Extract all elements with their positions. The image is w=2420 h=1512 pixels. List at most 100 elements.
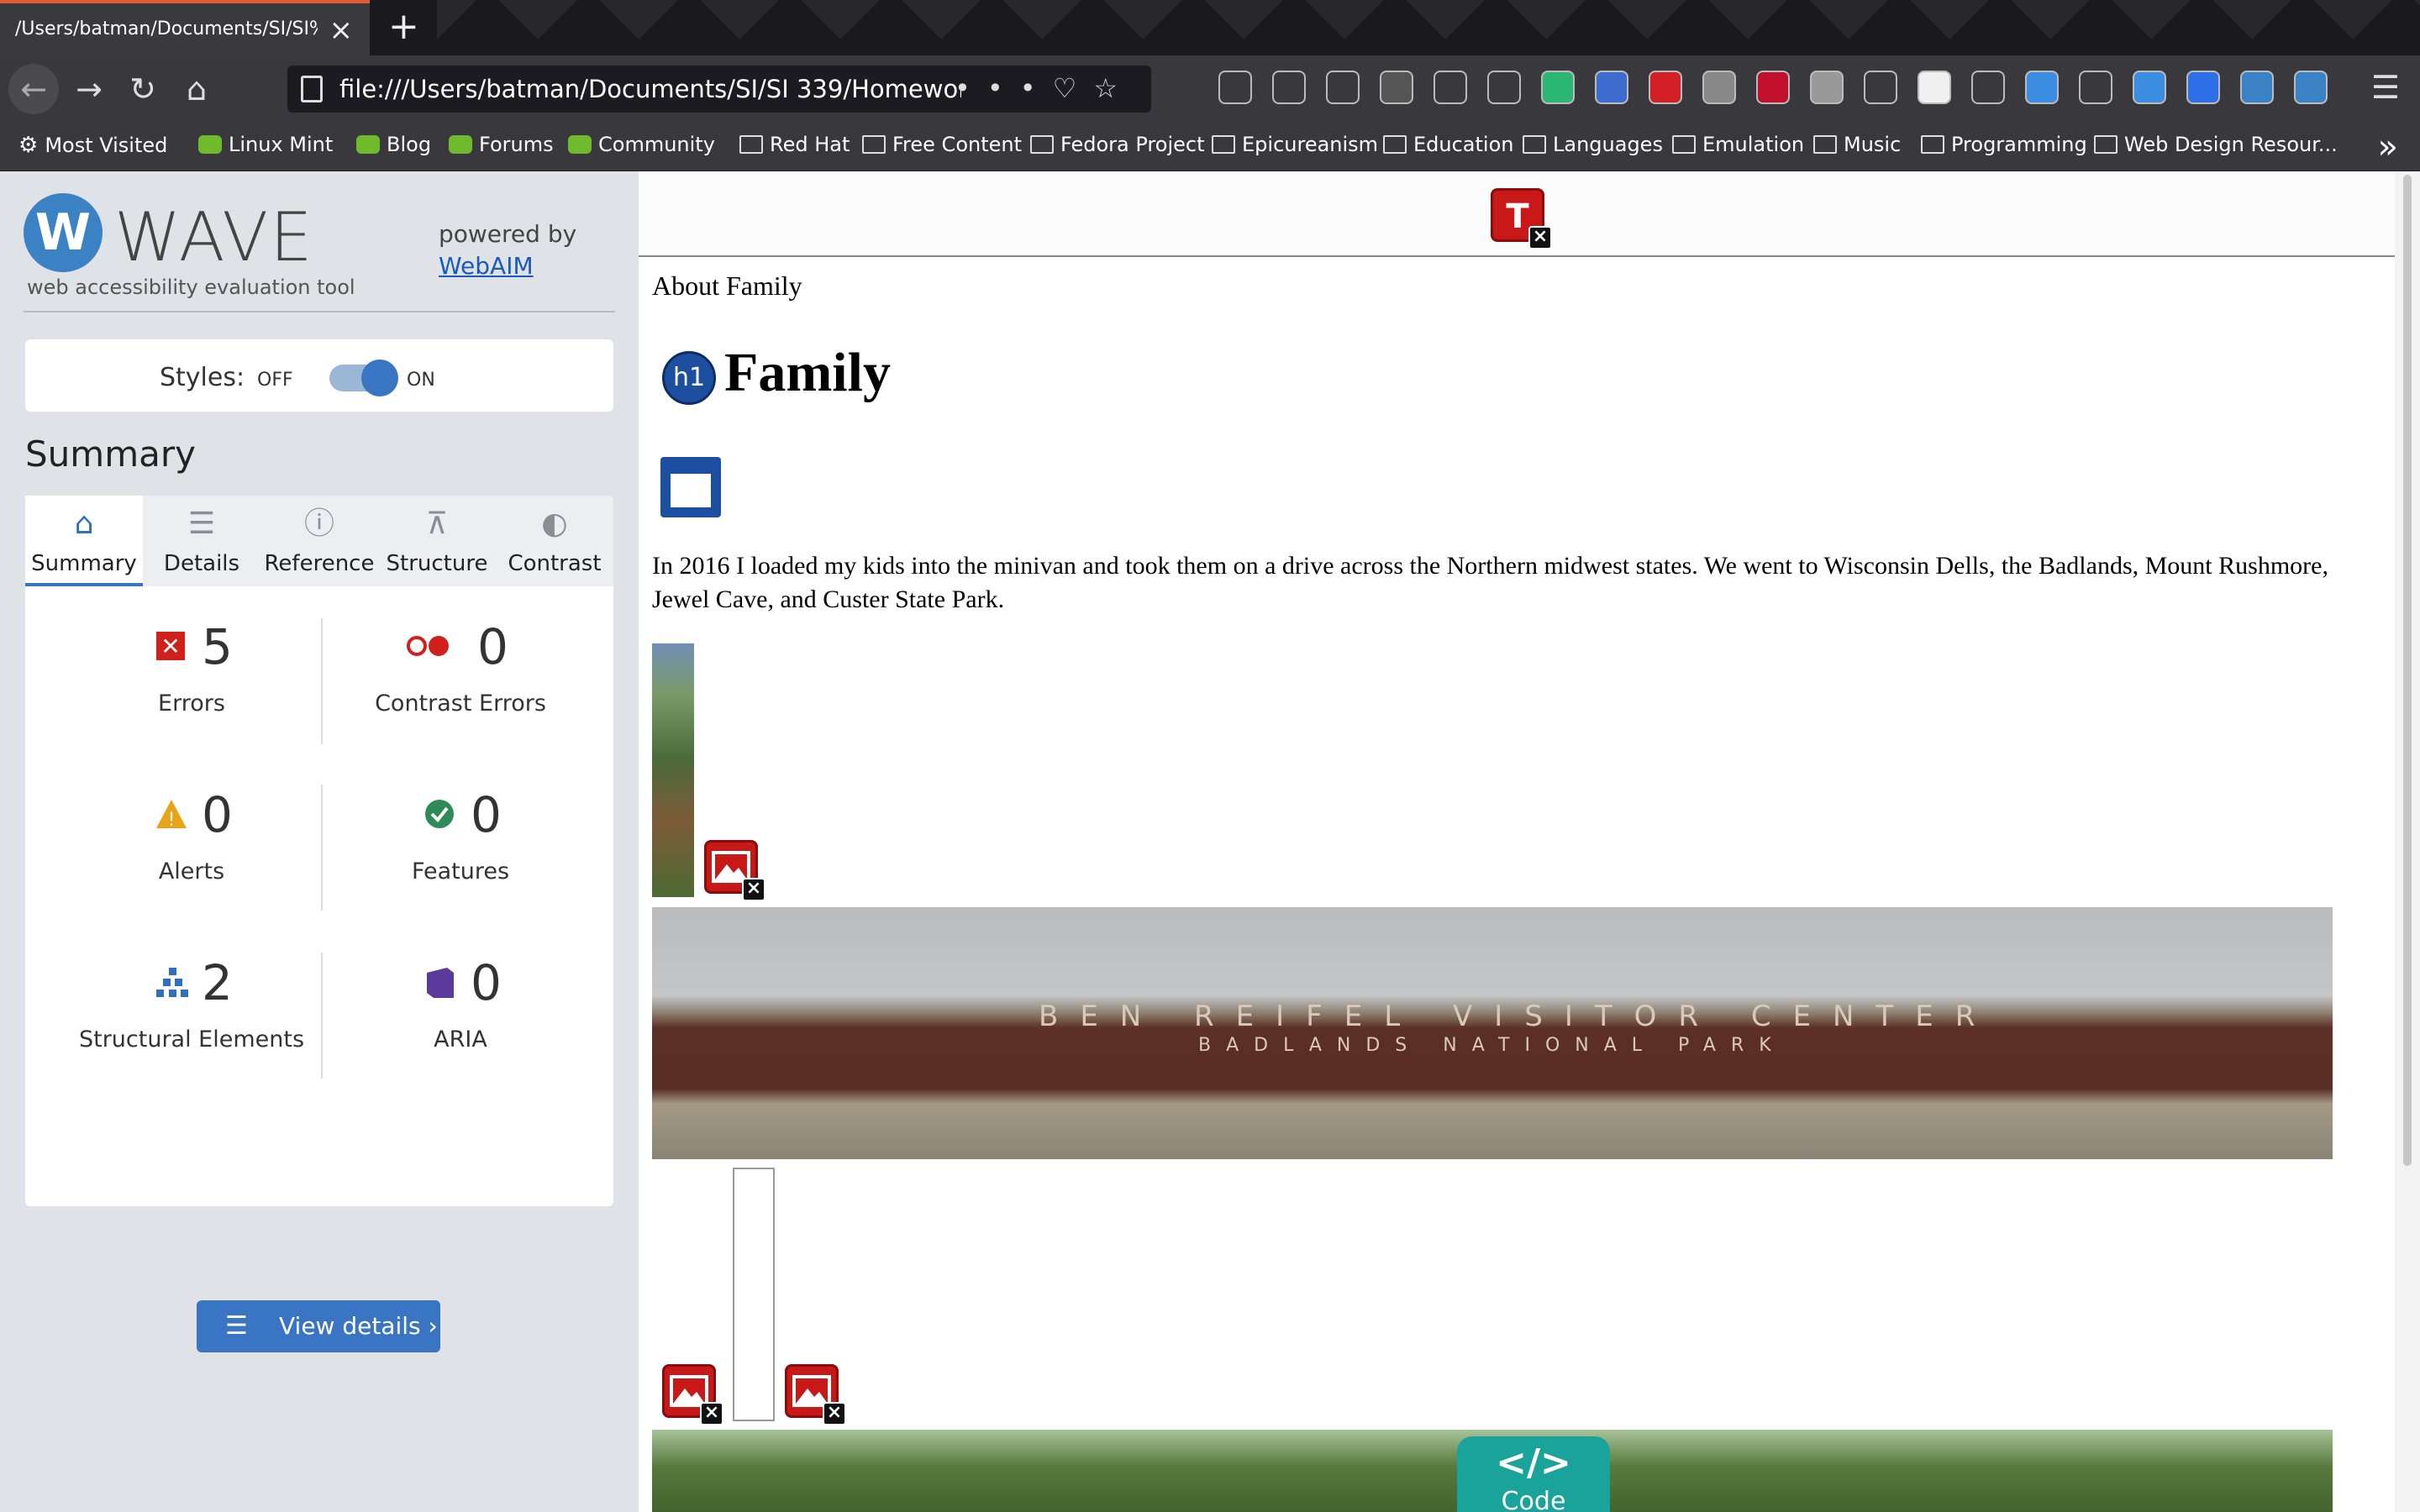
info-icon: ⓘ (303, 507, 334, 541)
missing-alt-error-icon[interactable]: × (662, 1364, 723, 1425)
menu-icon[interactable]: ☰ (2371, 69, 2400, 106)
feature-icon (424, 798, 455, 830)
extension-icon[interactable] (1971, 71, 2005, 104)
stat-aria: 0 ARIA (326, 954, 595, 1089)
breadcrumb: About Family (652, 270, 802, 301)
tab-contrast[interactable]: ◐ Contrast (496, 496, 613, 586)
folder-icon (1523, 135, 1546, 154)
extension-icon[interactable] (1434, 71, 1467, 104)
stat-contrast-errors: 0 Contrast Errors (326, 618, 595, 753)
bookmark-item[interactable]: Epicureanism (1212, 133, 1378, 156)
structure-icon (155, 966, 188, 998)
extension-icon[interactable] (1756, 71, 1790, 104)
bookmark-item[interactable]: ⚙ Most Visited (18, 133, 167, 158)
browser-tab[interactable]: /Users/batman/Documents/SI/SI%20 × (0, 0, 370, 55)
extension-icon[interactable] (1918, 71, 1951, 104)
h1-structure-icon[interactable]: h1 (662, 351, 716, 405)
bookmark-item[interactable]: Fedora Project (1030, 133, 1205, 156)
main-region-icon[interactable] (660, 457, 721, 517)
extension-icon[interactable] (2294, 71, 2328, 104)
view-details-button[interactable]: ☰ View details › (197, 1300, 440, 1352)
wave-top-strip: T × (639, 171, 2395, 257)
page-icon (301, 76, 323, 102)
extension-icon[interactable] (1487, 71, 1521, 104)
bookmark-item[interactable]: Linux Mint (198, 133, 333, 156)
bookmark-item[interactable]: Music (1813, 133, 1901, 156)
bookmark-item[interactable]: Emulation (1672, 133, 1804, 156)
svg-text:✕: ✕ (160, 633, 180, 660)
stat-label: Alerts (158, 858, 225, 885)
home-button[interactable]: ⌂ (171, 64, 222, 114)
tab-strip: /Users/batman/Documents/SI/SI%20 × + (0, 0, 2420, 55)
scrollbar[interactable] (2395, 171, 2420, 1512)
scrollbar-thumb[interactable] (2403, 175, 2412, 1166)
divider (321, 953, 323, 1079)
stat-count: 2 (202, 954, 233, 1011)
extension-icon[interactable] (1595, 71, 1628, 104)
extension-icon[interactable] (1541, 71, 1575, 104)
url-bar[interactable]: file:///Users/batman/Documents/SI/SI 339… (287, 66, 1151, 113)
stat-label: Contrast Errors (375, 690, 546, 717)
bookmark-label: Blog (387, 133, 432, 156)
missing-alt-error-icon[interactable]: × (704, 840, 765, 901)
close-icon[interactable]: × (329, 13, 354, 47)
extension-icon[interactable] (1864, 71, 1897, 104)
tab-summary[interactable]: ⌂ Summary (25, 496, 143, 586)
page-actions[interactable]: •••♡☆ (955, 72, 1134, 104)
tab-label: Structure (386, 551, 488, 576)
extension-icon[interactable] (2186, 71, 2220, 104)
pocket-icon[interactable]: ♡ (1053, 72, 1094, 104)
more-icon[interactable]: ••• (955, 72, 1053, 104)
extension-icon[interactable] (1649, 71, 1682, 104)
folder-icon (1921, 135, 1944, 154)
extension-icon[interactable] (1218, 71, 1252, 104)
styles-toggle-knob[interactable] (361, 360, 398, 396)
intro-paragraph: In 2016 I loaded my kids into the miniva… (652, 552, 2328, 613)
bookmark-item[interactable]: Blog (356, 133, 431, 156)
missing-alt-error-icon[interactable]: × (785, 1364, 846, 1425)
tab-reference[interactable]: ⓘ Reference (260, 496, 378, 586)
extension-icon[interactable] (1702, 71, 1736, 104)
extension-icon[interactable] (1326, 71, 1360, 104)
webaim-link[interactable]: WebAIM (439, 252, 534, 280)
mint-icon (449, 135, 472, 154)
extension-icon[interactable] (2240, 71, 2274, 104)
styles-label: Styles: (160, 363, 245, 392)
back-button[interactable]: ← (8, 64, 59, 114)
extension-icon[interactable] (2079, 71, 2112, 104)
extension-icon[interactable] (1810, 71, 1844, 104)
tab-details[interactable]: ☰ Details (143, 496, 260, 586)
extension-icon[interactable] (2133, 71, 2166, 104)
list-icon: ☰ (225, 1311, 248, 1341)
bookmark-item[interactable]: Forums (449, 133, 554, 156)
url-text[interactable]: file:///Users/batman/Documents/SI/SI 339… (339, 75, 961, 103)
bookmark-label: Community (598, 133, 715, 156)
bookmark-item[interactable]: Community (568, 133, 715, 156)
chevron-right-icon[interactable]: » (2378, 128, 2398, 166)
extension-icon[interactable] (1380, 71, 1413, 104)
stat-count: 5 (202, 618, 233, 675)
extension-icon[interactable] (1272, 71, 1306, 104)
reload-button[interactable]: ↻ (118, 64, 168, 114)
bookmark-item[interactable]: Red Hat (739, 133, 850, 156)
stat-errors: ✕ 5 Errors (57, 618, 326, 753)
bookmark-item[interactable]: Web Design Resour... (2094, 133, 2338, 156)
sign-text-line1: BEN REIFEL VISITOR CENTER (1039, 1000, 1997, 1033)
extension-icon[interactable] (2025, 71, 2059, 104)
bookmark-item[interactable]: Free Content (862, 133, 1022, 156)
contrast-error-icon (405, 630, 449, 662)
bookmark-label: Programming (1951, 133, 2087, 156)
bookmark-item[interactable]: Education (1383, 133, 1513, 156)
tab-structure[interactable]: ⊼ Structure (378, 496, 496, 586)
code-panel-toggle[interactable]: </> Code (1457, 1436, 1610, 1512)
bookmark-label: Education (1413, 133, 1514, 156)
bookmark-star-icon[interactable]: ☆ (1093, 72, 1134, 104)
bookmark-item[interactable]: Programming (1921, 133, 2087, 156)
code-icon: </> (1496, 1441, 1571, 1484)
forward-button[interactable]: → (64, 64, 114, 114)
stat-structural-elements: 2 Structural Elements (57, 954, 326, 1089)
new-tab-button[interactable]: + (388, 5, 419, 48)
missing-title-error-icon[interactable]: T × (1491, 188, 1552, 249)
bookmark-item[interactable]: Languages (1523, 133, 1663, 156)
svg-text:!: ! (168, 810, 176, 830)
